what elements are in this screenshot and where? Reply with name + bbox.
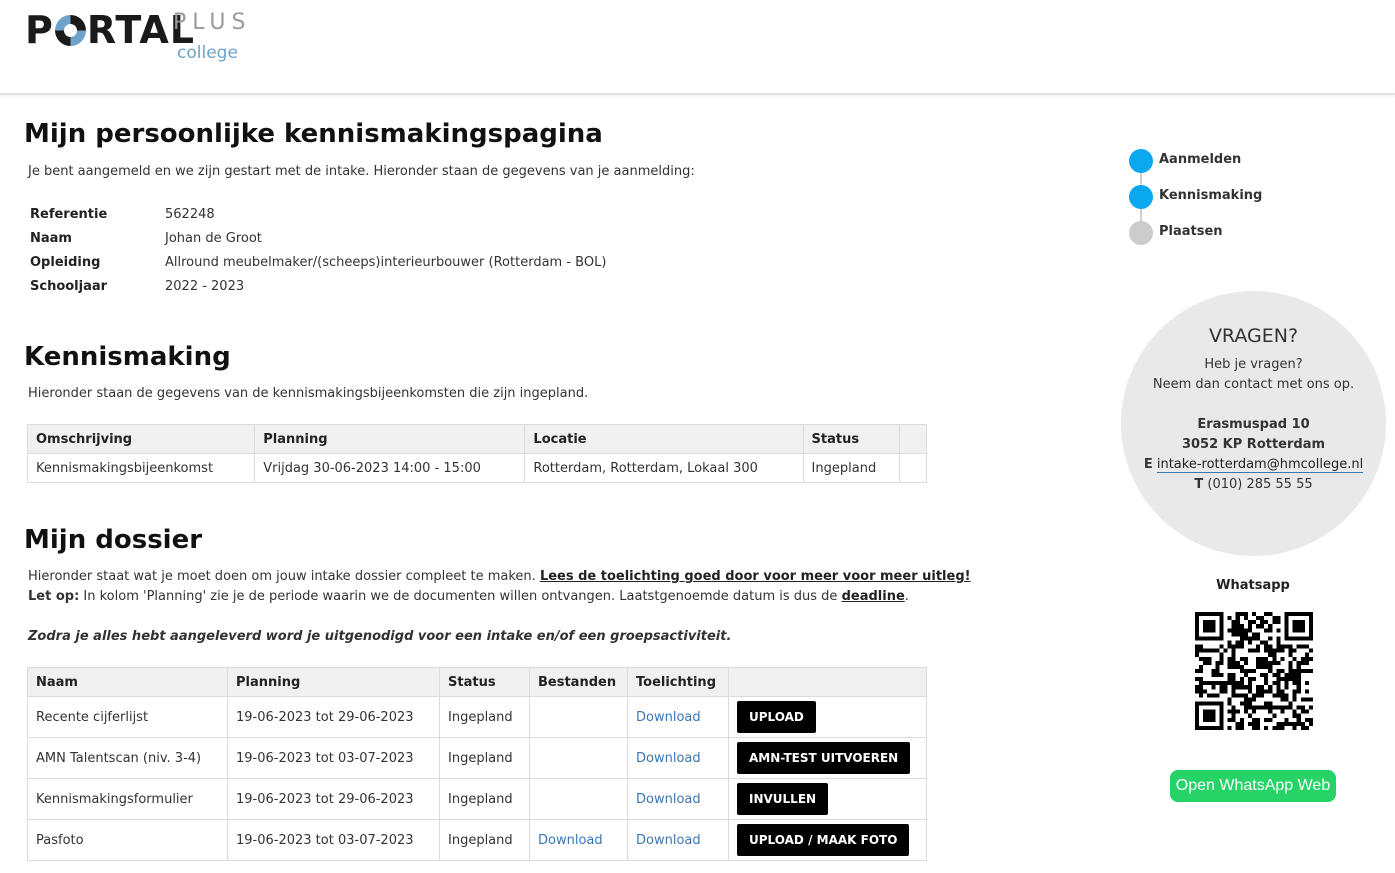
step-dot-icon — [1129, 149, 1153, 173]
logo-college: college — [177, 43, 238, 63]
dossier-table: Naam Planning Status Bestanden Toelichti… — [27, 667, 927, 861]
header: P RTAL PLUS college — [0, 0, 1395, 95]
whatsapp-title: Whatsapp — [1216, 578, 1290, 593]
email-link[interactable]: intake-rotterdam@hmcollege.nl — [1156, 457, 1364, 473]
bestanden-download-link[interactable]: Download — [538, 833, 603, 848]
kennismaking-text: Hieronder staan de gegevens van de kenni… — [28, 386, 589, 401]
dossier-instructions: Hieronder staat wat je moet doen om jouw… — [28, 569, 971, 584]
kennismaking-table: Omschrijving Planning Locatie Status Ken… — [26, 424, 927, 483]
portalplus-logo[interactable]: P RTAL PLUS college — [25, 10, 255, 70]
section-title-dossier: Mijn dossier — [24, 525, 203, 555]
contact-line1: Heb je vragen? — [1204, 357, 1303, 372]
contact-title: VRAGEN? — [1208, 325, 1299, 347]
table-header-row: Omschrijving Planning Locatie Status — [26, 424, 927, 454]
invullen-button[interactable]: INVULLEN — [737, 783, 829, 815]
contact-line2: Neem dan contact met ons op. — [1152, 377, 1355, 392]
dossier-deadline-note: Let op: In kolom 'Planning' zie je de pe… — [28, 589, 909, 604]
deadline-link[interactable]: deadline — [842, 589, 905, 604]
table-row: Kennismakingsformulier 19-06-2023 tot 29… — [27, 778, 927, 820]
table-row: Kennismakingsbijeenkomst Vrijdag 30-06-2… — [26, 453, 927, 483]
toelichting-download-link[interactable]: Download — [636, 751, 701, 766]
upload-button[interactable]: UPLOAD — [737, 701, 816, 733]
upload-photo-button[interactable]: UPLOAD / MAAK FOTO — [737, 824, 910, 856]
toelichting-link[interactable]: Lees de toelichting goed door voor meer … — [540, 569, 971, 584]
whatsapp-qr-code-icon — [1195, 612, 1313, 730]
contact-phone: T (010) 285 55 55 — [1194, 477, 1313, 492]
contact-email: E intake-rotterdam@hmcollege.nl — [1143, 457, 1364, 473]
toelichting-download-link[interactable]: Download — [636, 792, 701, 807]
toelichting-download-link[interactable]: Download — [636, 833, 701, 848]
amn-test-button[interactable]: AMN-TEST UITVOEREN — [737, 742, 911, 774]
intro-text: Je bent aangemeld en we zijn gestart met… — [28, 164, 695, 179]
contact-panel: VRAGEN? Heb je vragen? Neem dan contact … — [1121, 291, 1386, 556]
table-header-row: Naam Planning Status Bestanden Toelichti… — [27, 667, 927, 697]
step-dot-icon — [1129, 221, 1153, 245]
table-row: Recente cijferlijst 19-06-2023 tot 29-06… — [27, 696, 927, 738]
logo-plus: PLUS — [173, 10, 252, 35]
logo-circle-icon — [54, 15, 86, 46]
table-row: Pasfoto 19-06-2023 tot 03-07-2023 Ingepl… — [27, 819, 927, 861]
contact-city: 3052 KP Rotterdam — [1181, 437, 1326, 452]
logo-portal: P RTAL — [25, 8, 196, 52]
contact-street: Erasmuspad 10 — [1197, 417, 1310, 432]
table-row: AMN Talentscan (niv. 3-4) 19-06-2023 tot… — [27, 737, 927, 779]
dossier-note: Zodra je alles hebt aangeleverd word je … — [28, 629, 732, 644]
page-title: Mijn persoonlijke kennismakingspagina — [24, 119, 603, 149]
toelichting-download-link[interactable]: Download — [636, 710, 701, 725]
progress-steps: Aanmelden Kennismaking Plaatsen — [1129, 149, 1329, 249]
section-title-kennismaking: Kennismaking — [24, 342, 231, 372]
open-whatsapp-web-button[interactable]: Open WhatsApp Web — [1170, 770, 1336, 802]
step-dot-icon — [1129, 185, 1153, 209]
